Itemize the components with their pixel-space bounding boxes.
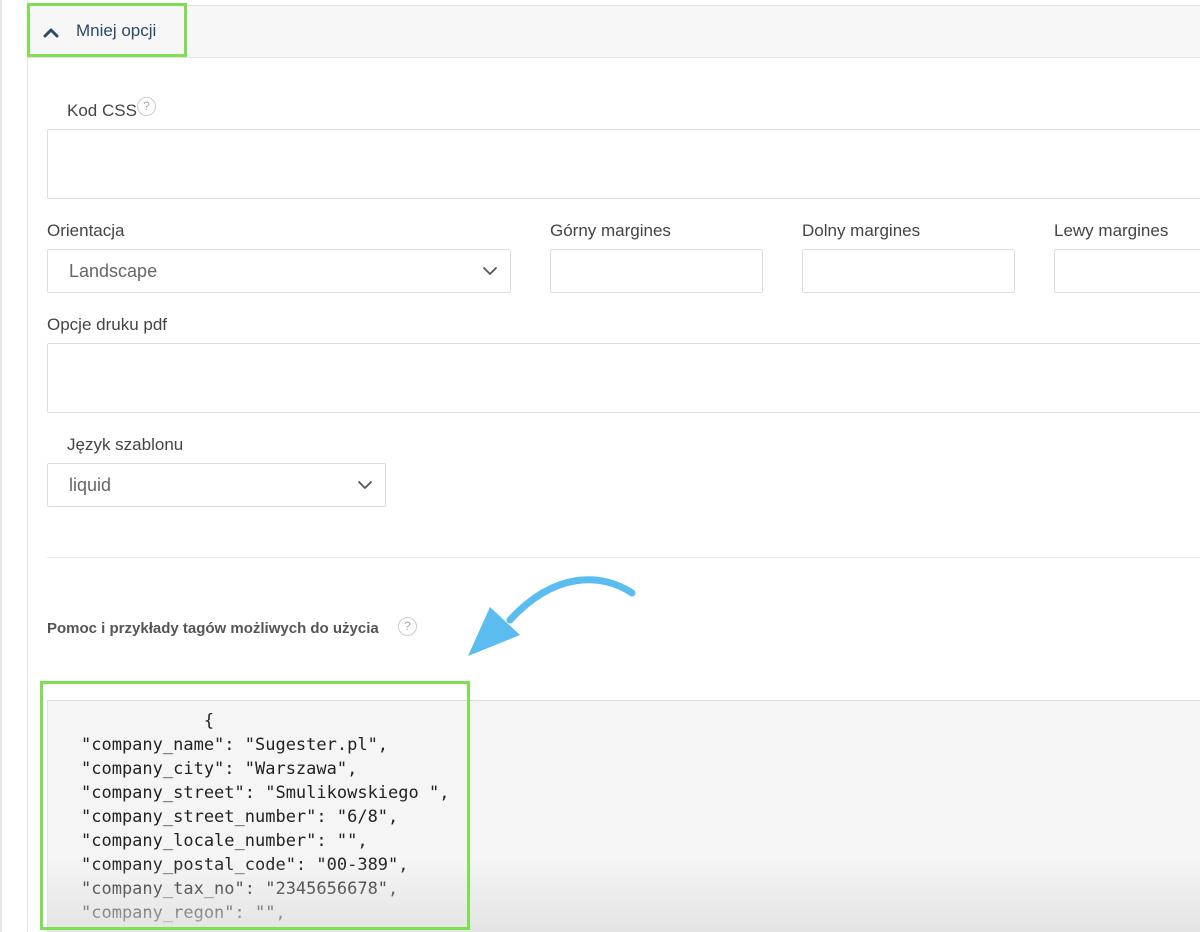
panel-left-border	[27, 0, 28, 932]
template-language-selected-value: liquid	[69, 475, 112, 495]
top-margin-input[interactable]	[550, 249, 763, 293]
css-code-help-icon[interactable]: ?	[137, 97, 156, 116]
css-code-label: Kod CSS	[67, 101, 137, 120]
help-section-title: Pomoc i przykłady tagów możliwych do uży…	[47, 620, 379, 637]
code-line: "company_tax_no": "2345656678",	[81, 879, 399, 899]
template-language-select[interactable]: liquid	[47, 463, 386, 507]
template-language-label: Język szablonu	[67, 435, 184, 454]
chevron-down-icon	[483, 267, 497, 275]
less-options-label: Mniej opcji	[76, 21, 157, 40]
code-line: {	[81, 711, 215, 731]
code-line: "company_name": "Sugester.pl",	[81, 735, 389, 755]
chevron-down-icon	[358, 481, 372, 489]
pdf-options-label: Opcje druku pdf	[47, 315, 168, 334]
pdf-options-textarea[interactable]	[47, 343, 1200, 413]
orientation-selected-value: Landscape	[69, 261, 158, 281]
top-margin-label: Górny margines	[550, 221, 671, 240]
bottom-margin-input[interactable]	[802, 249, 1015, 293]
code-line: "company_city": "Warszawa",	[81, 759, 358, 779]
chevron-up-icon	[43, 28, 59, 38]
css-code-textarea[interactable]	[47, 129, 1200, 199]
code-line: "company_postal_code": "00-389",	[81, 855, 409, 875]
annotation-arrow-icon	[468, 576, 636, 656]
orientation-select[interactable]: Landscape	[47, 249, 511, 293]
code-line: "company_street_number": "6/8",	[81, 807, 399, 827]
left-margin-label: Lewy margines	[1054, 221, 1169, 240]
help-section-help-icon[interactable]: ?	[398, 617, 417, 636]
code-line: "company_regon": "",	[81, 903, 286, 923]
left-margin-input[interactable]	[1054, 249, 1200, 293]
section-divider	[47, 557, 1200, 558]
options-header-bar	[28, 5, 1200, 58]
page-left-border	[0, 0, 2, 932]
orientation-label: Orientacja	[47, 221, 125, 240]
code-line: "company_street": "Smulikowskiego ",	[81, 783, 450, 803]
less-options-toggle[interactable]: Mniej opcji	[27, 3, 187, 57]
bottom-margin-label: Dolny margines	[802, 221, 921, 240]
code-line: "company_locale_number": "",	[81, 831, 368, 851]
